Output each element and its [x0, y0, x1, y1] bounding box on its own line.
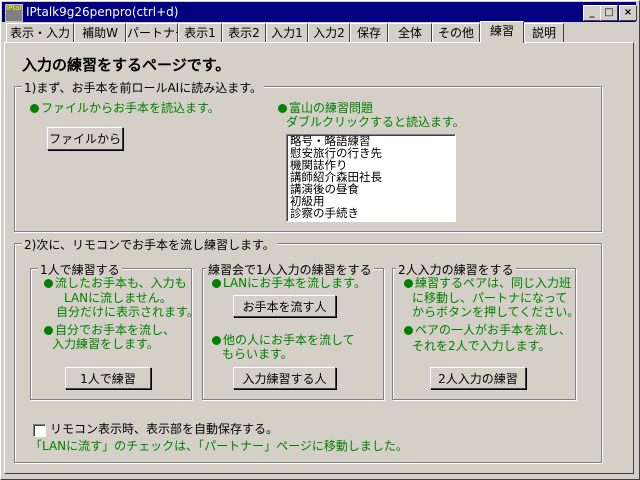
bullet-icon	[212, 279, 221, 288]
group-note2-line1: 他の人にお手本を流して	[212, 333, 355, 348]
autosave-label[interactable]: リモコン表示時、表示部を自動保存する。	[50, 422, 278, 437]
solo-practice-button[interactable]: 1人で練習	[65, 367, 151, 389]
solo-note2-line1: 自分でお手本を流し、	[44, 323, 175, 338]
bullet-icon	[30, 104, 39, 113]
bullet-icon	[44, 279, 53, 288]
title-bar[interactable]: IPtalk IPtalk9g26penpro(ctrl+d) _ □ ×	[2, 2, 637, 22]
group-note1: LANにお手本を流します。	[212, 276, 366, 291]
lan-moved-note: 「LANに流す」のチェックは、「パートナー」ページに移動しました。	[30, 439, 408, 453]
tab-save[interactable]: 保存	[350, 23, 388, 42]
pair-note1-line3: からボタンを押してください。	[412, 305, 580, 319]
bullet-icon	[404, 326, 413, 335]
solo-note1-line3: 自分だけに表示されます。	[56, 305, 199, 319]
input-practice-button[interactable]: 入力練習する人	[233, 367, 336, 389]
tab-partner[interactable]: パートナー	[126, 23, 187, 42]
tab-display1[interactable]: 表示1	[178, 23, 222, 42]
close-button[interactable]: ×	[619, 5, 637, 21]
solo-note1-line1: 流したお手本も、入力も	[44, 276, 187, 291]
maximize-icon: □	[604, 7, 614, 18]
practice-problem-list[interactable]: 略号・略語練習 慰安旅行の行き先 機関誌作り 講師紹介森田社長 講演後の昼食 初…	[286, 134, 456, 222]
tab-overall[interactable]: 全体	[388, 23, 432, 42]
window-title: IPtalk9g26penpro(ctrl+d)	[26, 5, 179, 19]
pair-note1-line1: 練習するペアは、同じ入力班	[404, 276, 571, 291]
page-title: 入力の練習をするページです。	[22, 56, 231, 74]
list-item[interactable]: 診察の手続き	[287, 207, 455, 219]
solo-note2-line2: 入力練習をします。	[52, 337, 159, 351]
maximize-button[interactable]: □	[600, 5, 618, 21]
tab-practice[interactable]: 練習	[480, 21, 524, 43]
bullet-icon	[404, 279, 413, 288]
autosave-checkbox[interactable]	[33, 424, 46, 437]
section1-legend: 1)まず、お手本を前ロールAIに読み込ます。	[22, 79, 265, 96]
tab-explain[interactable]: 説明	[524, 23, 564, 42]
tab-input1[interactable]: 入力1	[266, 23, 308, 42]
bullet-icon	[212, 336, 221, 345]
load-from-file-button[interactable]: ファイルから	[47, 127, 123, 150]
pair-practice-button[interactable]: 2人入力の練習	[430, 367, 526, 389]
tab-assist-w[interactable]: 補助W	[74, 23, 126, 42]
minimize-button[interactable]: _	[583, 5, 601, 21]
pair-note2-line1: ペアの一人がお手本を流し、	[404, 323, 571, 338]
group-note2-line2: もらいます。	[222, 347, 293, 361]
tab-other[interactable]: その他	[432, 23, 480, 42]
app-icon: IPtalk	[5, 4, 23, 22]
solo-note1-line2: LANに流しません。	[64, 291, 172, 305]
bullet-icon	[44, 326, 53, 335]
pair-note1-line2: に移動し、パートナになって	[412, 291, 568, 305]
bullet-icon	[278, 104, 287, 113]
tab-display2[interactable]: 表示2	[222, 23, 266, 42]
section2-legend: 2)次に、リモコンでお手本を流し練習します。	[22, 236, 277, 253]
tab-display-input[interactable]: 表示・入力	[6, 23, 74, 42]
pair-note2-line2: それを2人で入力します。	[412, 339, 551, 353]
toyama-title: 富山の練習問題	[278, 101, 373, 116]
toyama-subtitle: ダブルクリックすると読込ます。	[286, 115, 465, 129]
file-load-note: ファイルからお手本を読込ます。	[30, 101, 220, 116]
stream-model-button[interactable]: お手本を流す人	[233, 295, 336, 317]
close-icon: ×	[623, 7, 633, 18]
tab-input2[interactable]: 入力2	[308, 23, 350, 42]
minimize-icon: _	[589, 7, 595, 18]
